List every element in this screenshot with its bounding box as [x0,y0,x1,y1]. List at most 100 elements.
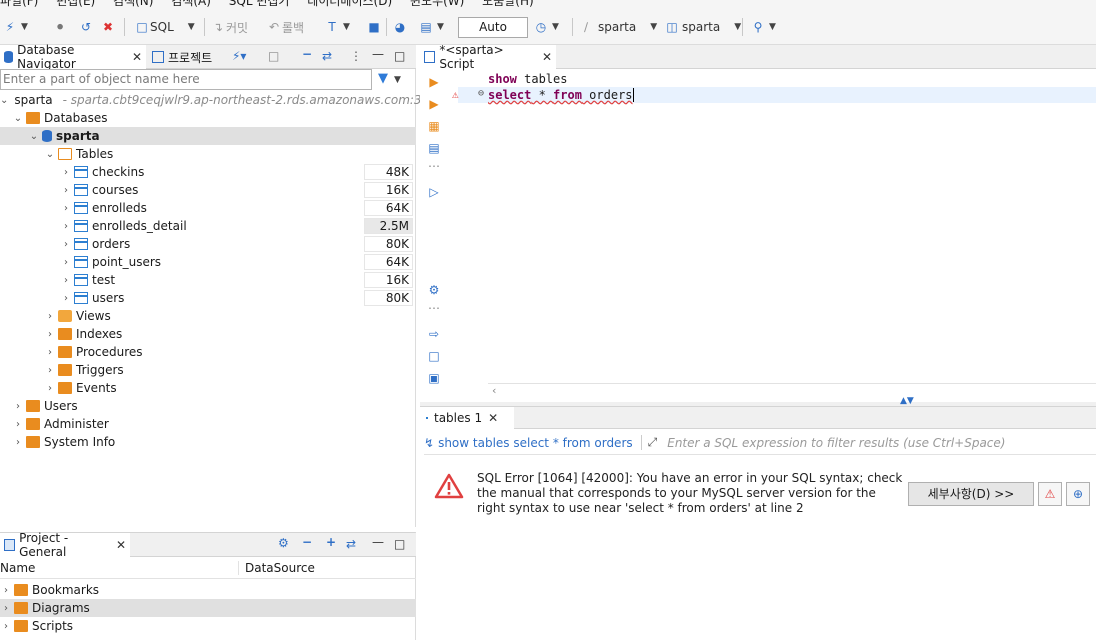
tab-results[interactable]: tables 1 ✕ [420,407,514,429]
minimize-icon[interactable]: — [372,535,384,549]
chevron-down-icon[interactable]: ▼ [188,22,195,32]
commit-button[interactable]: ↴ 커밋 [210,17,248,37]
chevron-down-icon[interactable]: ▼ [437,22,444,32]
rollback-button[interactable]: ↶ 롤백 [266,17,304,37]
tree-triggers[interactable]: › Triggers [0,361,416,379]
new-connection-button[interactable]: ⚡ ▼ [2,17,28,37]
executed-query-text[interactable]: show tables select * from orders [438,436,633,450]
tree-indexes[interactable]: › Indexes [0,325,416,343]
tree-tables[interactable]: ⌄ Tables [0,145,416,163]
chevron-right-icon[interactable]: › [60,257,72,268]
chevron-right-icon[interactable]: › [0,585,12,596]
search-button[interactable]: ⚲ ▼ [750,17,776,37]
chevron-right-icon[interactable]: › [44,383,56,394]
link-editor-icon[interactable]: ⇄ [322,49,332,63]
settings-icon[interactable]: ⚙ [278,536,289,550]
chevron-right-icon[interactable]: › [0,603,12,614]
menu-help[interactable]: 도움말(H) [482,0,534,9]
maximize-icon[interactable]: □ [394,49,405,63]
chevron-down-icon[interactable]: ▼ [343,22,350,32]
minimize-icon[interactable]: — [372,47,384,61]
new-folder-icon[interactable]: □ [268,49,279,63]
table-row[interactable]: › enrolleds_detail 2.5M [0,217,416,235]
tools-button[interactable]: ▤ ▼ [418,17,444,37]
chevron-right-icon[interactable]: › [44,347,56,358]
column-header-name[interactable]: Name [0,561,35,575]
execute-script-icon[interactable]: ▦ [427,119,441,133]
chevron-right-icon[interactable]: › [12,401,24,412]
sql-editor-button[interactable]: □ SQL ▼ [134,17,195,37]
chevron-down-icon[interactable]: ▼ [734,22,741,32]
chevron-right-icon[interactable]: › [0,621,12,632]
tree-users[interactable]: › Users [0,397,416,415]
tree-system-info[interactable]: › System Info [0,433,416,451]
tree-events[interactable]: › Events [0,379,416,397]
explain-plan-icon[interactable]: ▤ [427,141,441,155]
active-connection-selector[interactable]: ∕ sparta ▼ [578,17,657,37]
auto-commit-field[interactable]: Auto [458,17,528,38]
tree-views[interactable]: › Views [0,307,416,325]
execute-statement-icon[interactable]: ▶ [427,75,441,89]
tree-administer[interactable]: › Administer [0,415,416,433]
variables-icon[interactable]: ▣ [427,371,441,385]
table-row[interactable]: › test 16K [0,271,416,289]
tab-project-general[interactable]: Project - General ✕ [0,531,130,559]
project-item-scripts[interactable]: › Scripts [0,617,416,635]
more-icon[interactable]: ⋯ [427,159,441,173]
collapse-icon[interactable]: − [302,535,312,549]
chevron-right-icon[interactable]: › [60,275,72,286]
chevron-right-icon[interactable]: › [60,293,72,304]
close-icon[interactable]: ✕ [116,538,126,552]
expand-icon[interactable]: + [326,535,336,549]
history-button[interactable]: ◷ ▼ [533,17,559,37]
chevron-right-icon[interactable]: › [44,365,56,376]
file-icon[interactable]: □ [427,349,441,363]
project-item-bookmarks[interactable]: › Bookmarks [0,581,416,599]
tab-script[interactable]: *<sparta> Script ✕ [420,43,556,71]
menu-navigate[interactable]: 검색(N) [113,0,153,9]
lock-button[interactable]: ■ [366,17,382,37]
table-row[interactable]: › checkins 48K [0,163,416,181]
chevron-right-icon[interactable]: › [12,419,24,430]
tree-schema[interactable]: ⌄ sparta [0,127,416,145]
menu-file[interactable]: 파일(F) [0,0,38,9]
table-row[interactable]: › orders 80K [0,235,416,253]
close-icon[interactable]: ✕ [132,50,142,64]
table-row[interactable]: › users 80K [0,289,416,307]
tree-connection[interactable]: ⌄ sparta - sparta.cbt9ceqjwlr9.ap-northe… [0,91,444,109]
tree-databases[interactable]: ⌄ Databases [0,109,416,127]
chevron-right-icon[interactable]: › [60,185,72,196]
view-menu-icon[interactable]: ⋮ [350,49,362,63]
export-icon[interactable]: ⇨ [427,327,441,341]
chevron-down-icon[interactable]: ⌄ [0,95,8,106]
menu-sql-editor[interactable]: SQL 편집기 [229,0,290,9]
chevron-right-icon[interactable]: › [44,329,56,340]
chevron-down-icon[interactable]: ⌄ [44,149,56,160]
settings-icon[interactable]: ⚙ [427,283,441,297]
link-editor-icon[interactable]: ⇄ [346,537,356,551]
tree-procedures[interactable]: › Procedures [0,343,416,361]
horizontal-scrollbar[interactable]: ‹ [488,383,1096,399]
transaction-mode-button[interactable]: T ▼ [324,17,350,37]
maximize-icon[interactable]: □ [394,537,405,551]
details-button[interactable]: 세부사항(D) >> [908,482,1034,506]
tab-project[interactable]: 프로젝트 [148,45,216,69]
chevron-right-icon[interactable]: › [60,239,72,250]
object-filter-input[interactable]: Enter a part of object name here [0,69,372,90]
disconnect-button[interactable]: ⚫ [52,17,68,37]
fold-icon[interactable]: ⊖ [478,88,484,99]
new-connection-icon[interactable]: ⚡▾ [232,49,246,63]
menu-edit[interactable]: 편집(E) [56,0,95,9]
chevron-down-icon[interactable]: ▼ [21,22,28,32]
sql-code-area[interactable]: ⚠ ⊖ show tables select * from orders [452,70,1096,385]
console-icon[interactable]: ▷ [427,185,441,199]
dashboard-button[interactable]: ◕ [392,17,408,37]
collapse-icon[interactable]: − [302,47,312,61]
chevron-down-icon[interactable]: ▼ [650,22,657,32]
table-row[interactable]: › enrolleds 64K [0,199,416,217]
reconnect-button[interactable]: ↺ [78,17,94,37]
help-button[interactable]: ⊕ [1066,482,1090,506]
menu-database[interactable]: 데이터베이스(D) [307,0,392,9]
chevron-right-icon[interactable]: › [60,203,72,214]
table-row[interactable]: › courses 16K [0,181,416,199]
